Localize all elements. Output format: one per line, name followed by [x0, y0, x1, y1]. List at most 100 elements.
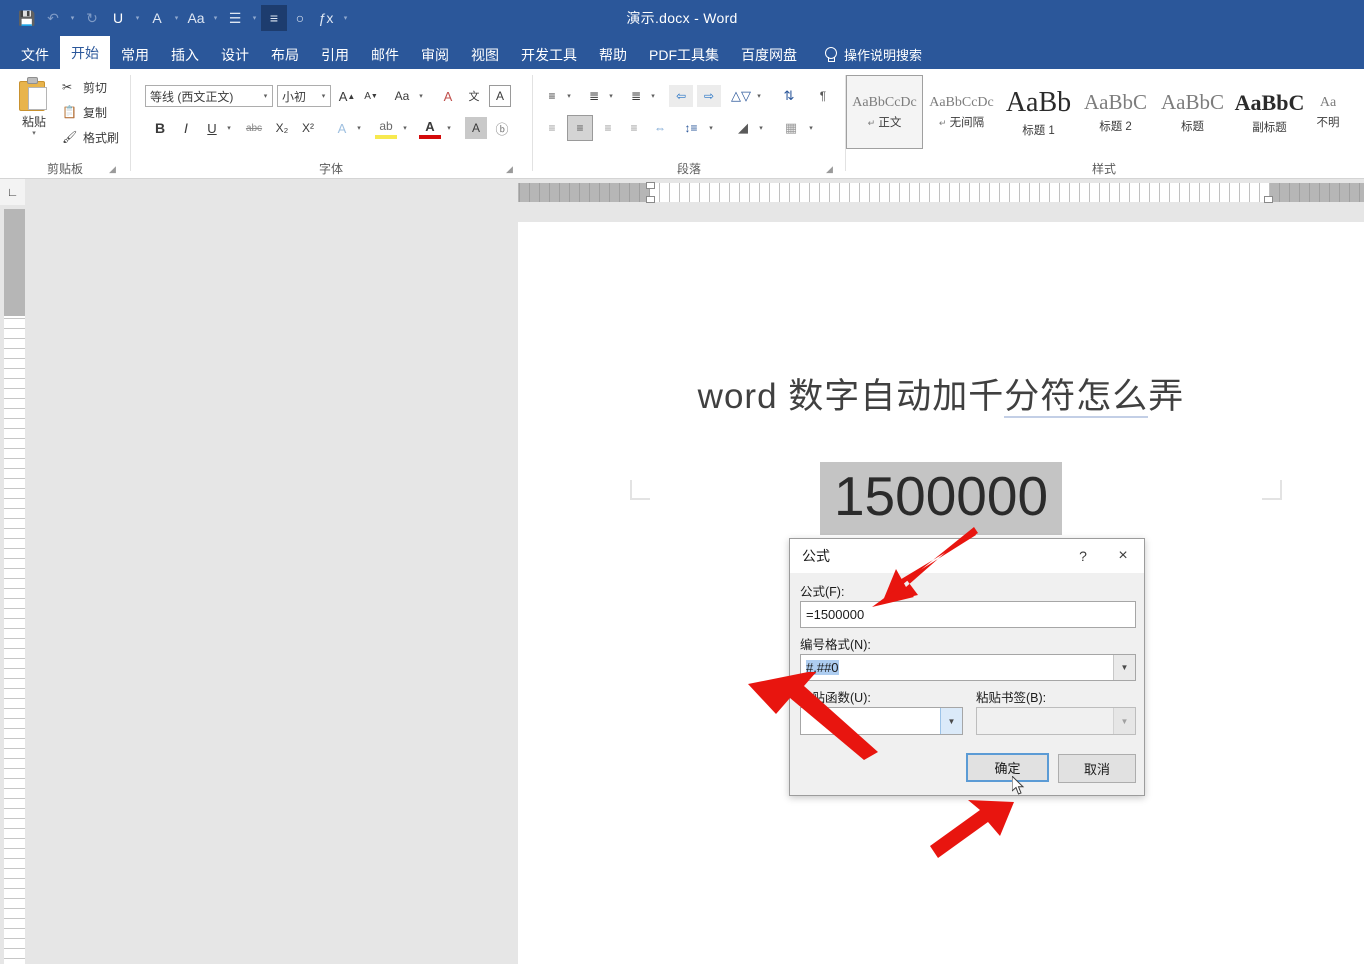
- text-effects-button[interactable]: A: [331, 117, 353, 139]
- tab-references[interactable]: 引用: [310, 40, 360, 69]
- subscript-button[interactable]: X₂: [271, 117, 293, 139]
- vertical-ruler[interactable]: [4, 209, 25, 964]
- save-icon[interactable]: 💾: [14, 5, 40, 31]
- sort-button[interactable]: ⇅: [777, 85, 801, 107]
- style-item-no-spacing[interactable]: AaBbCcDc ↵ 无间隔: [923, 75, 1000, 149]
- enclose-character-button[interactable]: ⓑ: [491, 117, 513, 139]
- align-left-button[interactable]: ≡: [541, 117, 563, 139]
- cancel-button[interactable]: 取消: [1058, 754, 1136, 783]
- underline-dropdown-icon[interactable]: ▾: [131, 5, 144, 31]
- cut-button[interactable]: ✂ 剪切: [62, 79, 107, 96]
- borders-dropdown-icon[interactable]: ▾: [805, 117, 817, 139]
- tab-mailings[interactable]: 邮件: [360, 40, 410, 69]
- clear-formatting-button[interactable]: A: [437, 85, 459, 107]
- style-item-subtitle[interactable]: AaBbC 副标题: [1231, 75, 1308, 149]
- right-indent-marker[interactable]: [1264, 196, 1273, 203]
- circle-icon[interactable]: ○: [287, 5, 313, 31]
- number-field[interactable]: 1500000: [819, 462, 1063, 535]
- grow-font-button[interactable]: A ▲: [337, 86, 357, 106]
- font-color-dropdown-icon[interactable]: ▾: [170, 5, 183, 31]
- format-painter-button[interactable]: 🖌 格式刷: [62, 129, 119, 146]
- underline-icon[interactable]: U: [105, 5, 131, 31]
- tab-stop-selector-button[interactable]: ∟: [0, 179, 25, 205]
- align-right-button[interactable]: ≡: [597, 117, 619, 139]
- shading-dropdown-icon[interactable]: ▾: [755, 117, 767, 139]
- superscript-button[interactable]: X²: [297, 117, 319, 139]
- decrease-indent-button[interactable]: ⇦: [669, 85, 693, 107]
- ok-button[interactable]: 确定: [966, 753, 1049, 782]
- tab-insert[interactable]: 插入: [160, 40, 210, 69]
- paste-dropdown-icon[interactable]: ▾: [32, 130, 36, 138]
- multilevel-list-dropdown-icon[interactable]: ▾: [647, 85, 659, 107]
- paste-function-combo[interactable]: ▼: [800, 707, 963, 735]
- clipboard-dialog-launcher-icon[interactable]: ◢: [107, 164, 118, 175]
- chevron-down-icon[interactable]: ▼: [1113, 655, 1135, 680]
- chevron-down-icon[interactable]: ▾: [317, 92, 330, 100]
- show-formatting-marks-button[interactable]: ¶: [811, 85, 835, 107]
- distribute-button[interactable]: ⇔: [649, 117, 671, 139]
- underline-button[interactable]: U: [201, 117, 223, 139]
- tab-help[interactable]: 帮助: [588, 40, 638, 69]
- tab-review[interactable]: 审阅: [410, 40, 460, 69]
- change-case-dropdown-icon[interactable]: ▾: [415, 86, 427, 106]
- line-spacing-dropdown-icon[interactable]: ▾: [705, 117, 717, 139]
- redo-icon[interactable]: ↻: [79, 5, 105, 31]
- tab-home[interactable]: 开始: [60, 36, 110, 69]
- bullet-list-icon[interactable]: ☰: [222, 5, 248, 31]
- font-dialog-launcher-icon[interactable]: ◢: [504, 164, 515, 175]
- styles-gallery[interactable]: AaBbCcDc ↵ 正文 AaBbCcDc ↵ 无间隔 AaBb 标题 1 A…: [846, 75, 1348, 153]
- shading-button[interactable]: ◢: [731, 117, 755, 139]
- sort-cjk-button[interactable]: △▽: [729, 85, 753, 107]
- font-size-combo[interactable]: 小初 ▾: [277, 85, 331, 107]
- paragraph-dialog-launcher-icon[interactable]: ◢: [824, 164, 835, 175]
- tell-me-search[interactable]: 操作说明搜索: [824, 40, 922, 69]
- highlight-button[interactable]: ab: [375, 117, 397, 139]
- highlight-dropdown-icon[interactable]: ▾: [399, 117, 411, 139]
- italic-button[interactable]: I: [175, 117, 197, 139]
- hanging-indent-marker[interactable]: [646, 196, 655, 203]
- paste-bookmark-combo[interactable]: ▼: [976, 707, 1136, 735]
- font-color-dropdown-icon[interactable]: ▾: [443, 117, 455, 139]
- tab-file[interactable]: 文件: [10, 40, 60, 69]
- chevron-down-icon[interactable]: ▾: [259, 92, 272, 100]
- phonetic-guide-button[interactable]: 文: [463, 85, 485, 107]
- tab-view[interactable]: 视图: [460, 40, 510, 69]
- formula-input[interactable]: =1500000: [800, 601, 1136, 628]
- first-line-indent-marker[interactable]: [646, 182, 655, 189]
- copy-button[interactable]: 📋 复制: [62, 104, 107, 121]
- font-color-icon[interactable]: A: [144, 5, 170, 31]
- change-case-dropdown-icon[interactable]: ▾: [209, 5, 222, 31]
- style-item-normal[interactable]: AaBbCcDc ↵ 正文: [846, 75, 923, 149]
- formula-icon[interactable]: ƒx: [313, 5, 339, 31]
- bullets-dropdown-icon[interactable]: ▾: [563, 85, 575, 107]
- line-spacing-button[interactable]: ↕≡: [679, 117, 703, 139]
- bullets-button[interactable]: ≡: [541, 85, 563, 107]
- borders-button[interactable]: ▦: [779, 117, 803, 139]
- align-center-button[interactable]: ≡: [567, 115, 593, 141]
- tab-layout[interactable]: 布局: [260, 40, 310, 69]
- horizontal-ruler[interactable]: [490, 182, 1364, 203]
- style-item-subtle-emphasis[interactable]: Aa 不明: [1308, 75, 1348, 149]
- underline-dropdown-icon[interactable]: ▾: [223, 117, 235, 139]
- tab-pdf-tools[interactable]: PDF工具集: [638, 40, 730, 69]
- style-item-title[interactable]: AaBbC 标题: [1154, 75, 1231, 149]
- bullet-list-dropdown-icon[interactable]: ▾: [248, 5, 261, 31]
- strikethrough-button[interactable]: abc: [241, 117, 267, 139]
- close-icon[interactable]: ×: [1110, 544, 1136, 568]
- change-case-icon[interactable]: Aa: [183, 5, 209, 31]
- text-effects-dropdown-icon[interactable]: ▾: [353, 117, 365, 139]
- multilevel-list-button[interactable]: ≣: [625, 85, 647, 107]
- style-item-heading-2[interactable]: AaBbC 标题 2: [1077, 75, 1154, 149]
- bold-button[interactable]: B: [149, 117, 171, 139]
- change-case-button[interactable]: Aa: [389, 86, 415, 106]
- shrink-font-button[interactable]: A ▼: [361, 86, 381, 106]
- customize-qat-icon[interactable]: ▾: [339, 5, 352, 31]
- undo-icon[interactable]: ↶: [40, 5, 66, 31]
- increase-indent-button[interactable]: ⇨: [697, 85, 721, 107]
- tab-baidu-netdisk[interactable]: 百度网盘: [730, 40, 808, 69]
- help-icon[interactable]: ?: [1070, 544, 1096, 568]
- paragraph-shading-icon[interactable]: ≡: [261, 5, 287, 31]
- sort-dropdown-icon[interactable]: ▾: [753, 85, 765, 107]
- tab-common[interactable]: 常用: [110, 40, 160, 69]
- tab-design[interactable]: 设计: [210, 40, 260, 69]
